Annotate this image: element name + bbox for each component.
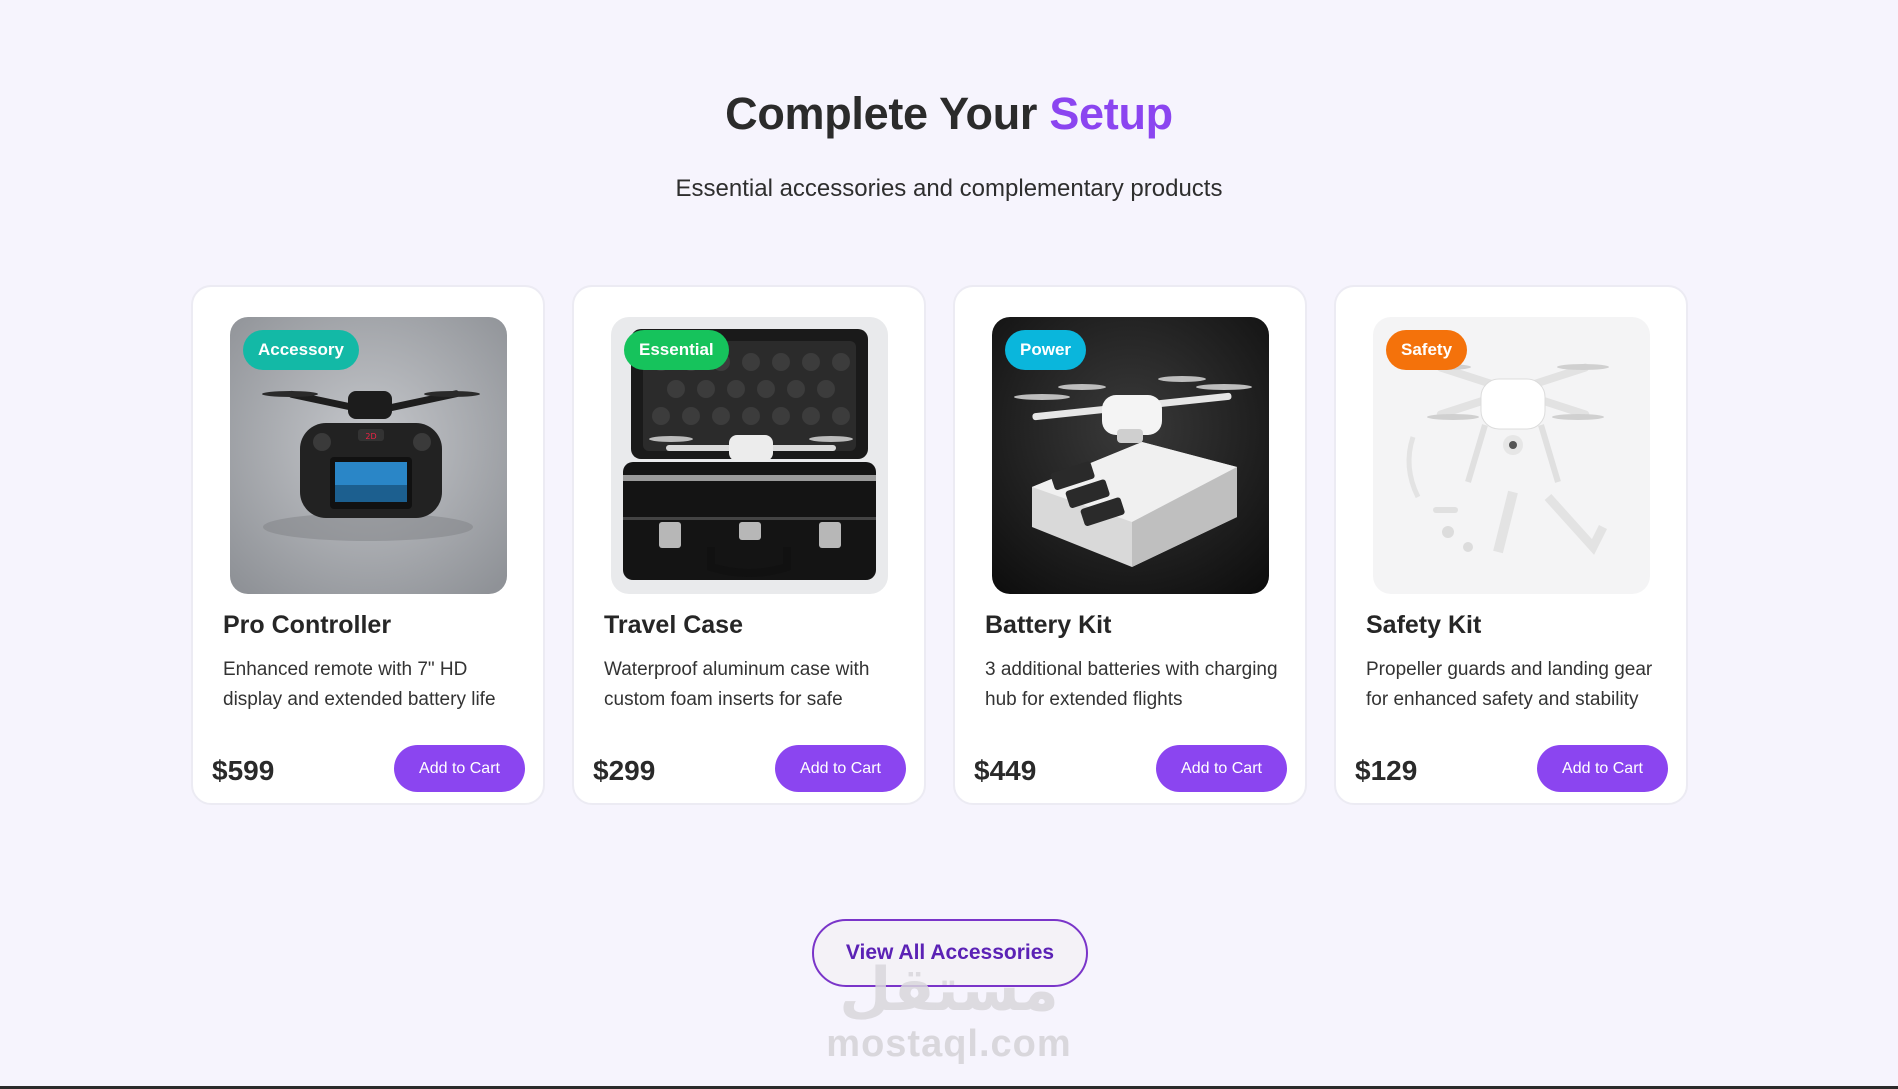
page: Complete Your Setup Essential accessorie… <box>0 0 1898 1089</box>
category-badge: Accessory <box>243 330 360 370</box>
product-grid: 2D Accessory Pro Controller Enhanced rem… <box>191 285 1688 805</box>
product-title: Pro Controller <box>223 611 392 639</box>
add-to-cart-button[interactable]: Add to Cart <box>1537 745 1668 792</box>
product-title: Safety Kit <box>1366 611 1482 639</box>
product-price: $299 <box>593 755 656 786</box>
product-description: Propeller guards and landing gear for en… <box>1366 659 1653 710</box>
product-card-battery-kit[interactable]: Power Battery Kit 3 additional batteries… <box>953 285 1307 805</box>
product-price: $449 <box>974 755 1037 786</box>
product-description: Waterproof aluminum case with custom foa… <box>604 659 870 710</box>
product-description: 3 additional batteries with charging hub… <box>985 659 1278 710</box>
watermark-arabic: مستقل <box>839 955 1059 1025</box>
product-image[interactable]: Power <box>992 317 1269 594</box>
section-title-accent: Setup <box>1049 88 1173 139</box>
category-badge: Power <box>1005 330 1087 370</box>
product-price: $599 <box>212 755 275 786</box>
product-image[interactable]: Safety <box>1373 317 1650 594</box>
product-image[interactable]: 2D Accessory <box>230 317 507 594</box>
add-to-cart-button[interactable]: Add to Cart <box>394 745 525 792</box>
category-badge: Essential <box>624 330 729 370</box>
section-title-prefix: Complete Your <box>725 88 1038 139</box>
category-badge: Safety <box>1386 330 1468 370</box>
svg-text:2D: 2D <box>365 432 376 441</box>
section-subtitle: Essential accessories and complementary … <box>675 175 1223 202</box>
product-title: Travel Case <box>604 611 743 639</box>
product-price: $129 <box>1355 755 1418 786</box>
watermark-latin: mostaql.com <box>826 1023 1072 1065</box>
add-to-cart-button[interactable]: Add to Cart <box>775 745 906 792</box>
section-title: Complete Your Setup <box>0 88 1898 140</box>
product-card-travel-case[interactable]: Essential Travel Case Waterproof aluminu… <box>572 285 926 805</box>
product-description: Enhanced remote with 7" HD display and e… <box>223 659 496 710</box>
add-to-cart-button[interactable]: Add to Cart <box>1156 745 1287 792</box>
product-card-safety-kit[interactable]: Safety Safety Kit Propeller guards and l… <box>1334 285 1688 805</box>
product-image[interactable]: Essential <box>611 317 888 594</box>
product-title: Battery Kit <box>985 611 1112 639</box>
product-card-pro-controller[interactable]: 2D Accessory Pro Controller Enhanced rem… <box>191 285 545 805</box>
